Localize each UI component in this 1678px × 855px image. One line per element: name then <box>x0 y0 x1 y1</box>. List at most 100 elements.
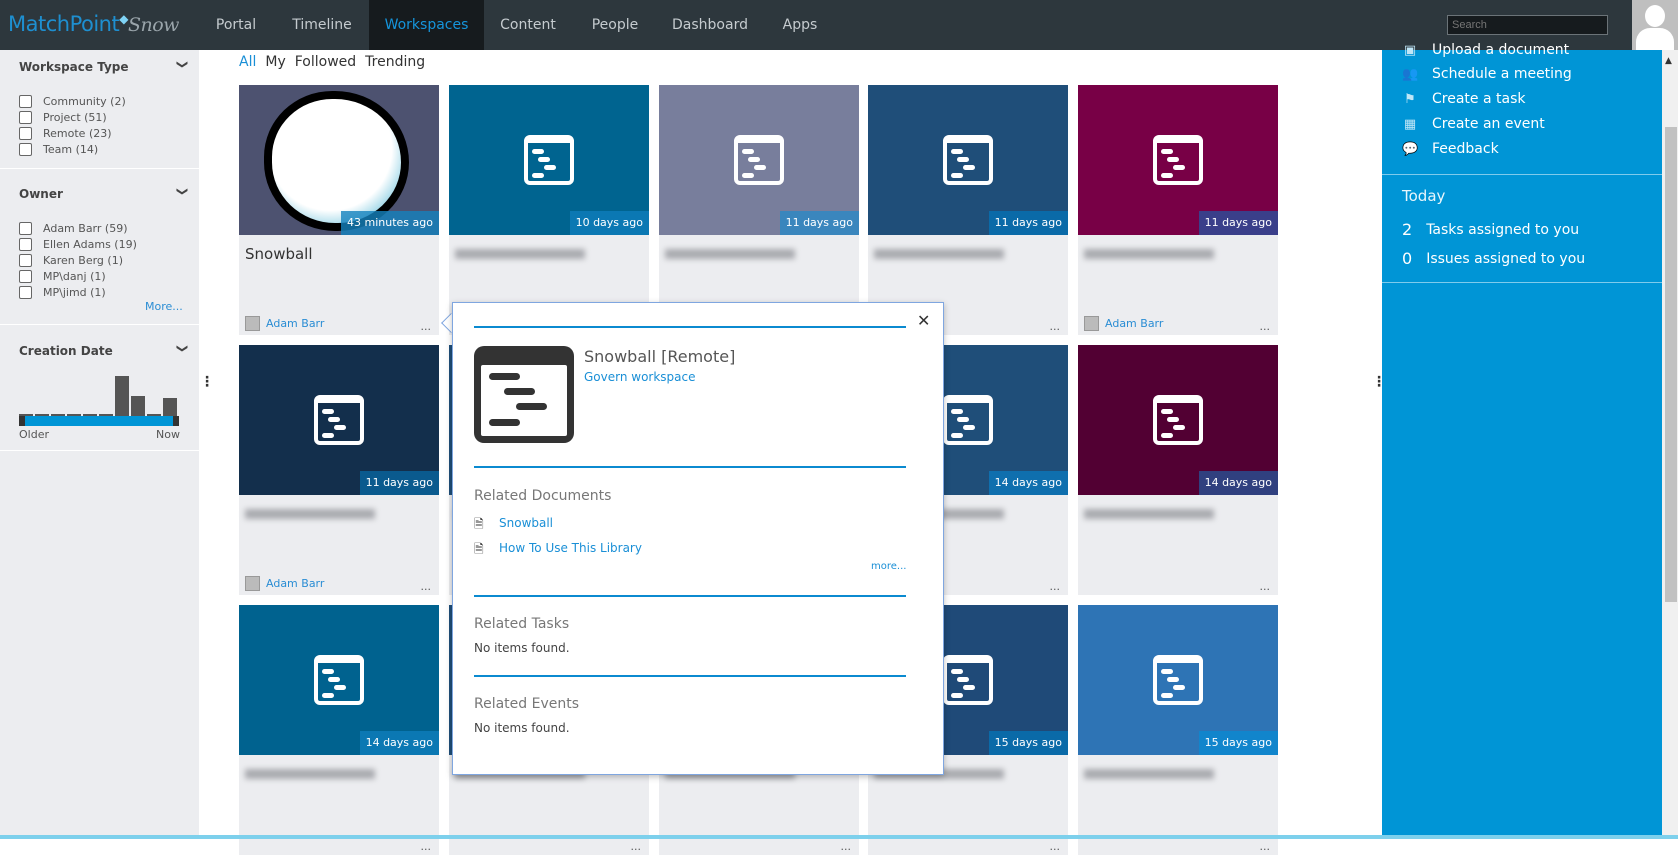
more-options-icon[interactable]: ... <box>1050 840 1061 853</box>
doc-link[interactable]: How To Use This Library <box>499 541 642 555</box>
checkbox[interactable] <box>19 111 32 124</box>
more-options-icon[interactable]: ... <box>421 840 432 853</box>
filter-owner[interactable]: Ellen Adams (19) <box>19 237 137 252</box>
checkbox[interactable] <box>19 270 32 283</box>
filter-owner[interactable]: MP\jimd (1) <box>19 285 106 300</box>
doc-link[interactable]: Snowball <box>499 516 553 530</box>
workspace-tile[interactable]: 10 days ago... <box>449 85 649 335</box>
tab-my[interactable]: My <box>265 54 285 70</box>
govern-workspace-link[interactable]: Govern workspace <box>584 370 696 384</box>
workspace-tile[interactable]: 15 days ago... <box>1078 605 1278 855</box>
tile-owner[interactable]: Adam Barr <box>245 576 324 591</box>
tile-name[interactable]: Snowball <box>245 245 313 263</box>
nav-dashboard[interactable]: Dashboard <box>665 0 755 50</box>
people-icon: 👥 <box>1402 66 1419 82</box>
more-options-icon[interactable]: ... <box>841 840 852 853</box>
owner-header: Owner <box>19 187 63 201</box>
checkbox[interactable] <box>19 222 32 235</box>
tile-name-blurred <box>245 769 375 779</box>
owner-name: Adam Barr <box>266 317 325 330</box>
chevron-down-icon[interactable]: ❯ <box>176 344 189 353</box>
more-options-icon[interactable]: ... <box>1260 840 1271 853</box>
filter-remote[interactable]: Remote (23) <box>19 126 112 141</box>
nav-timeline[interactable]: Timeline <box>284 0 360 50</box>
workspace-icon <box>734 135 784 185</box>
more-options-icon[interactable]: ... <box>1050 320 1061 333</box>
taskbar <box>0 835 1678 839</box>
tile-name-blurred <box>1084 509 1214 519</box>
now-label: Now <box>156 428 180 441</box>
date-range-slider[interactable] <box>19 416 179 426</box>
checkbox[interactable] <box>19 254 32 267</box>
tile-owner[interactable]: Adam Barr <box>245 316 324 331</box>
logo[interactable]: MatchPoint◆Snow <box>8 12 179 36</box>
action-label: Create a task <box>1432 91 1526 107</box>
action-upload-document[interactable]: ▣ Upload a document <box>1402 42 1569 58</box>
today-header: Today <box>1402 187 1446 205</box>
divider <box>1382 174 1662 175</box>
user-avatar[interactable] <box>1632 0 1678 50</box>
search-input[interactable] <box>1447 15 1608 35</box>
nav-portal[interactable]: Portal <box>203 0 269 50</box>
workspace-tile[interactable]: 11 days ago... <box>659 85 859 335</box>
filter-tabs: All My Followed Trending <box>239 54 425 70</box>
today-tasks[interactable]: 2 Tasks assigned to you <box>1402 220 1579 239</box>
time-badge: 15 days ago <box>988 731 1068 755</box>
histogram-bar[interactable] <box>131 396 145 416</box>
divider <box>474 466 906 468</box>
more-options-icon[interactable]: ... <box>1260 320 1271 333</box>
docs-more-link[interactable]: more... <box>871 561 906 572</box>
filter-label: Project (51) <box>43 111 107 124</box>
filter-label: Ellen Adams (19) <box>43 238 137 251</box>
workspace-tile[interactable]: 11 days ago Adam Barr... <box>1078 85 1278 335</box>
more-options-icon[interactable]: ... <box>631 840 642 853</box>
checkbox[interactable] <box>19 95 32 108</box>
more-options-icon[interactable]: ... <box>1050 580 1061 593</box>
chevron-down-icon[interactable]: ❯ <box>176 187 189 196</box>
checkbox[interactable] <box>19 143 32 156</box>
nav-people[interactable]: People <box>580 0 650 50</box>
filter-owner[interactable]: Adam Barr (59) <box>19 221 127 236</box>
more-options-icon[interactable]: ... <box>421 320 432 333</box>
chevron-down-icon[interactable]: ❯ <box>176 60 189 69</box>
filter-community[interactable]: Community (2) <box>19 94 126 109</box>
tab-trending[interactable]: Trending <box>365 54 425 70</box>
creation-date-histogram[interactable] <box>19 368 179 416</box>
action-feedback[interactable]: 💬 Feedback <box>1402 141 1499 157</box>
action-create-event[interactable]: ▦ Create an event <box>1402 116 1545 132</box>
histogram-bar[interactable] <box>115 376 129 416</box>
scroll-up-icon[interactable]: ▲ <box>1665 56 1672 66</box>
workspace-tile[interactable]: 14 days ago... <box>239 605 439 855</box>
nav-workspaces[interactable]: Workspaces <box>369 0 484 50</box>
close-icon[interactable]: ✕ <box>917 311 930 330</box>
tile-owner[interactable]: Adam Barr <box>1084 316 1163 331</box>
filter-owner[interactable]: MP\danj (1) <box>19 269 106 284</box>
today-issues[interactable]: 0 Issues assigned to you <box>1402 249 1585 268</box>
checkbox[interactable] <box>19 286 32 299</box>
workspace-tile[interactable]: 11 days ago... <box>868 85 1068 335</box>
tile-image: 11 days ago <box>239 345 439 495</box>
scrollbar-thumb[interactable] <box>1665 127 1677 602</box>
tab-all[interactable]: All <box>239 54 256 70</box>
checkbox[interactable] <box>19 238 32 251</box>
sidebar-collapse-handle[interactable]: ⋮ <box>200 374 214 390</box>
nav-apps[interactable]: Apps <box>770 0 830 50</box>
tile-name-blurred <box>1084 249 1214 259</box>
tab-followed[interactable]: Followed <box>295 54 356 70</box>
filter-team[interactable]: Team (14) <box>19 142 98 157</box>
histogram-bar[interactable] <box>163 398 177 416</box>
nav-content[interactable]: Content <box>492 0 564 50</box>
more-options-icon[interactable]: ... <box>421 580 432 593</box>
workspace-tile[interactable]: 14 days ago... <box>1078 345 1278 595</box>
more-options-icon[interactable]: ... <box>1260 580 1271 593</box>
action-create-task[interactable]: ⚑ Create a task <box>1402 91 1525 107</box>
filter-project[interactable]: Project (51) <box>19 110 107 125</box>
workspace-icon <box>943 655 993 705</box>
owner-more-link[interactable]: More... <box>145 300 183 313</box>
workspace-tile[interactable]: 43 minutes ago Snowball Adam Barr... <box>239 85 439 335</box>
checkbox[interactable] <box>19 127 32 140</box>
filter-owner[interactable]: Karen Berg (1) <box>19 253 123 268</box>
action-schedule-meeting[interactable]: 👥 Schedule a meeting <box>1402 66 1572 82</box>
workspace-tile[interactable]: 11 days ago Adam Barr... <box>239 345 439 595</box>
workspace-type-header: Workspace Type <box>19 60 129 74</box>
